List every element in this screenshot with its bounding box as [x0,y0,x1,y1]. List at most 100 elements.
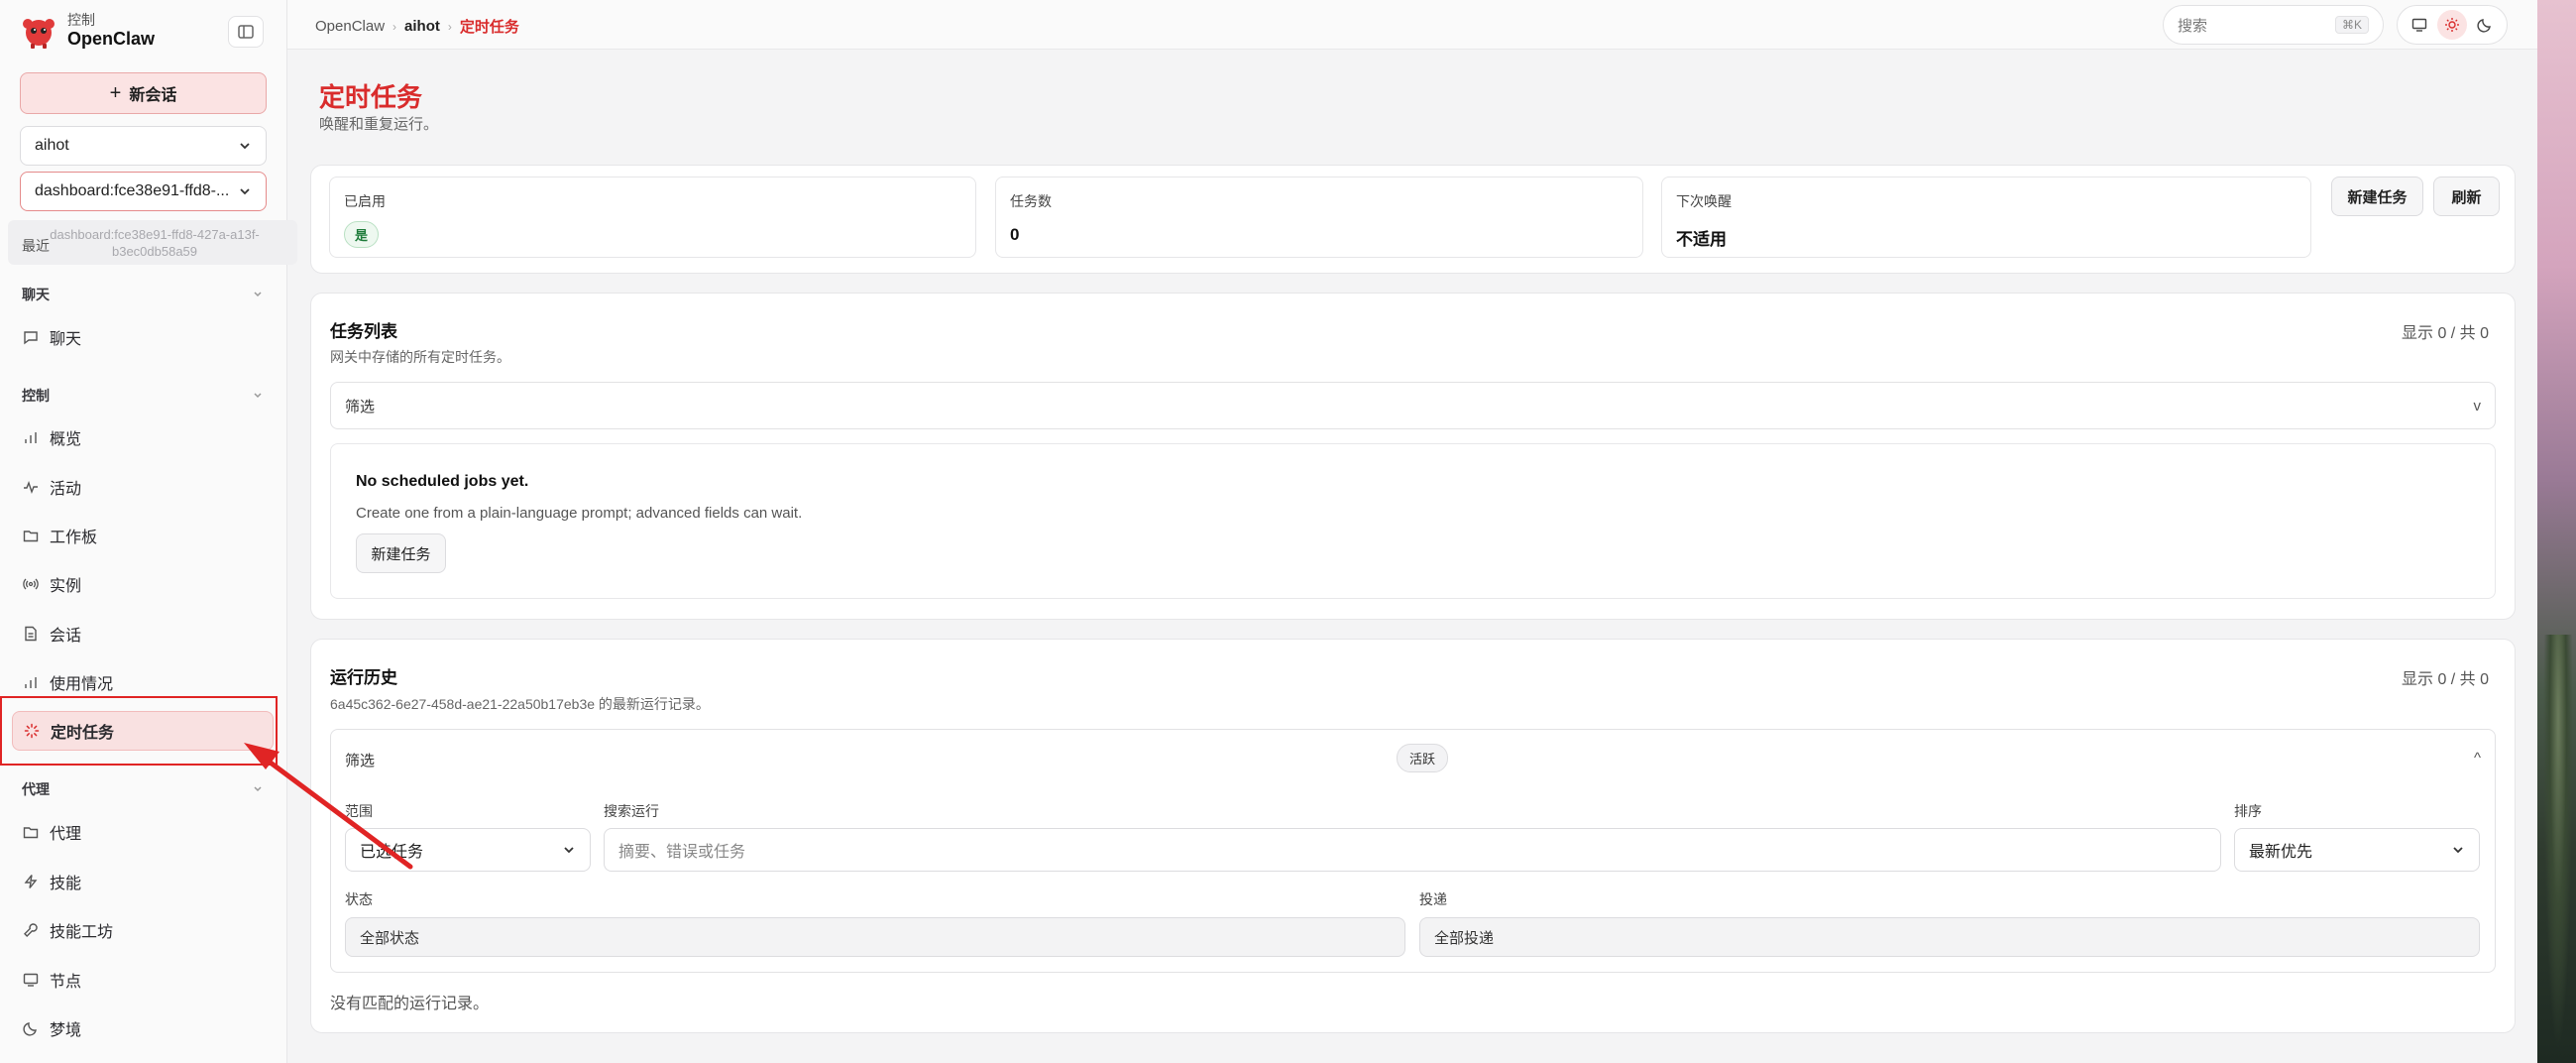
section-control-header[interactable]: 控制 [22,386,265,406]
scope-label: 范围 [345,803,373,819]
section-agent-header[interactable]: 代理 [22,779,265,799]
job-list-count: 显示 0 / 共 0 [2402,325,2490,342]
empty-new-job-button[interactable]: 新建任务 [356,533,446,573]
new-chat-label: 新会话 [129,87,177,104]
sidebar-item-label: 技能 [50,876,82,892]
scope-value: 已选任务 [360,844,424,861]
sidebar-item-label: 会话 [50,628,82,645]
new-job-button[interactable]: 新建任务 [2331,177,2423,216]
chevron-up-icon[interactable]: ^ [2474,750,2481,767]
breadcrumb: OpenClaw › aihot › 定时任务 [315,16,519,37]
status-badge: 是 [344,221,380,248]
sidebar-item-label: 聊天 [50,331,82,348]
moon-icon [22,1019,40,1037]
sort-label: 排序 [2234,803,2262,819]
folder-icon [22,823,40,841]
job-list-filter-toggle[interactable]: 筛选 v [330,382,2496,429]
sidebar-item-workboard[interactable]: 工作板 [12,516,274,555]
openclaw-logo-icon [20,12,57,50]
sort-select[interactable]: 最新优先 [2234,828,2480,872]
chevron-down-icon: v [2473,397,2482,414]
sidebar-item-dreams[interactable]: 梦境 [12,1008,274,1048]
search-shortcut: ⌘K [2334,16,2369,34]
session-tooltip-text: dashboard:fce38e91-ffd8-427a-a13f-b3ec0d… [50,227,260,259]
app-window: 控制 OpenClaw + 新会话 aihot dashboard:fce38e… [0,0,2537,1063]
theme-switcher [2397,5,2508,45]
breadcrumb-separator-icon: › [447,19,452,34]
sun-icon [2444,18,2459,32]
chevron-down-icon [2453,847,2463,854]
session-select[interactable]: dashboard:fce38e91-ffd8-... [20,172,267,211]
monitor-icon [22,971,40,989]
page-subtitle: 唤醒和重复运行。 [319,116,439,133]
search-input[interactable]: 搜索 ⌘K [2163,5,2384,45]
sort-value: 最新优先 [2249,844,2313,861]
wallpaper-tree [2543,635,2573,1051]
theme-system-button[interactable] [2405,10,2434,40]
sidebar-item-chat[interactable]: 聊天 [12,317,274,357]
bar-chart-icon [22,673,40,691]
monitor-icon [2412,18,2427,32]
refresh-button[interactable]: 刷新 [2433,177,2500,216]
folder-icon [22,527,40,544]
scope-select[interactable]: 已选任务 [345,828,591,872]
sidebar-item-label: 概览 [50,431,82,448]
lightning-icon [22,873,40,890]
brand-name: OpenClaw [67,29,156,49]
sidebar-item-nodes[interactable]: 节点 [12,960,274,1000]
delivery-filter[interactable]: 全部投递 [1419,917,2480,957]
sidebar-item-skills[interactable]: 技能 [12,862,274,901]
sidebar-item-label: 代理 [50,826,82,843]
bar-chart-icon [22,428,40,446]
breadcrumb-item[interactable]: aihot [404,18,440,35]
sidebar-item-label: 活动 [50,481,82,498]
sidebar-item-skill-workshop[interactable]: 技能工坊 [12,910,274,950]
chevron-down-icon [254,786,262,792]
empty-state-title: No scheduled jobs yet. [356,473,529,490]
activity-icon [22,478,40,496]
run-history-count: 显示 0 / 共 0 [2402,671,2490,688]
sidebar-item-label: 使用情况 [50,676,114,693]
document-icon [22,625,40,643]
page-title: 定时任务 [319,82,423,112]
broadcast-icon [22,575,40,593]
theme-light-button[interactable] [2436,10,2467,40]
chat-icon [22,328,40,346]
chevron-down-icon [240,188,250,195]
new-chat-button[interactable]: + 新会话 [20,72,267,114]
filter-label[interactable]: 筛选 [345,750,375,770]
sidebar-item-label: 实例 [50,578,82,595]
breadcrumb-item[interactable]: OpenClaw [315,18,385,35]
sidebar: 控制 OpenClaw + 新会话 aihot dashboard:fce38e… [0,0,297,1063]
sidebar-item-activity[interactable]: 活动 [12,467,274,507]
delivery-value: 全部投递 [1434,929,1495,947]
search-runs-input[interactable]: 摘要、错误或任务 [604,828,2221,872]
sidebar-item-overview[interactable]: 概览 [12,417,274,457]
job-list-description: 网关中存储的所有定时任务。 [330,349,510,365]
agent-select[interactable]: aihot [20,126,267,166]
theme-dark-button[interactable] [2470,10,2500,40]
panel-left-icon [238,25,254,39]
chevron-down-icon [254,393,262,399]
delivery-label: 投递 [1419,891,1447,907]
sidebar-item-instances[interactable]: 实例 [12,564,274,604]
section-chat-title: 聊天 [22,287,50,302]
annotation-highlight-box [0,696,278,766]
stat-label: 下次唤醒 [1676,193,1732,209]
search-runs-label: 搜索运行 [604,803,659,819]
active-filter-pill: 活跃 [1397,744,1449,772]
sidebar-item-sessions[interactable]: 会话 [12,614,274,653]
stat-label: 任务数 [1010,193,1052,209]
empty-state-text: Create one from a plain-language prompt;… [356,505,803,522]
search-placeholder: 搜索 [2178,17,2208,35]
breadcrumb-current: 定时任务 [459,19,519,36]
sidebar-item-agents[interactable]: 代理 [12,812,274,852]
status-filter[interactable]: 全部状态 [345,917,1405,957]
sidebar-item-label: 工作板 [50,530,98,546]
section-chat-header[interactable]: 聊天 [22,285,265,304]
chevron-down-icon [564,847,574,854]
status-label: 状态 [345,891,373,907]
sidebar-collapse-button[interactable] [228,16,264,48]
topbar: OpenClaw › aihot › 定时任务 搜索 ⌘K [287,0,2537,50]
moon-icon [2477,19,2491,33]
